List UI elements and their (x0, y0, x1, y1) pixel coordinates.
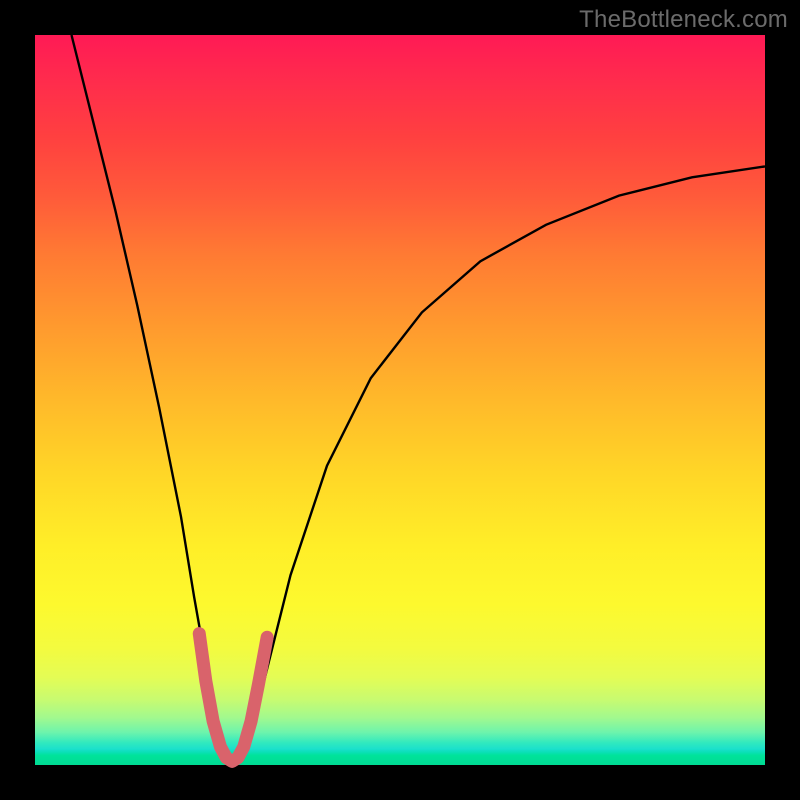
minimum-highlight (199, 634, 267, 762)
chart-frame: TheBottleneck.com (0, 0, 800, 800)
plot-area (35, 35, 765, 765)
curves-svg (35, 35, 765, 765)
bottleneck-curve (72, 35, 766, 761)
watermark-text: TheBottleneck.com (579, 6, 788, 34)
